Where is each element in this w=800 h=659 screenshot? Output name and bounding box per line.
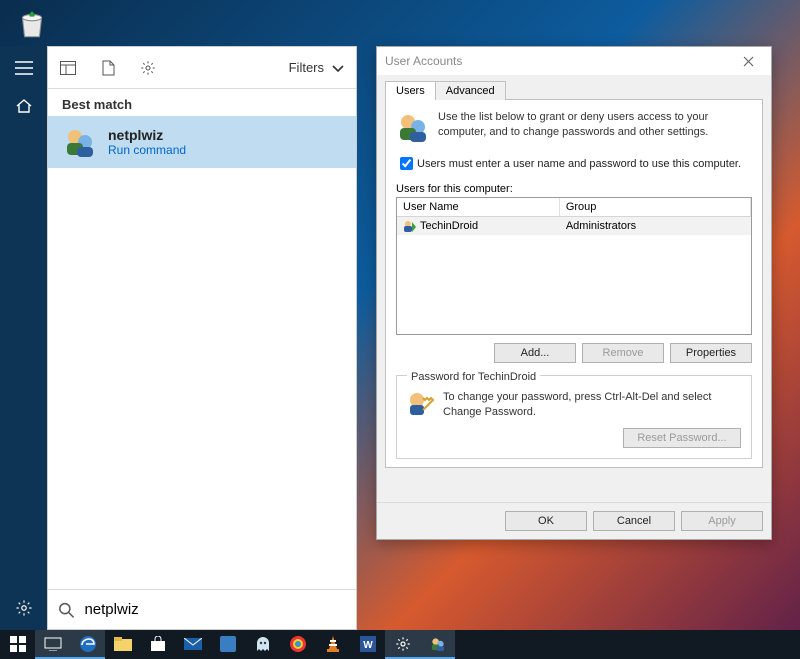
column-username[interactable]: User Name (397, 198, 560, 216)
taskbar[interactable]: W (0, 630, 800, 659)
close-button[interactable] (733, 50, 763, 72)
search-panel: Filters Best match netplwiz Run command (47, 46, 357, 630)
tab-advanced[interactable]: Advanced (435, 81, 506, 100)
result-subtitle: Run command (108, 143, 186, 157)
best-match-header: Best match (48, 89, 356, 116)
hamburger-icon[interactable] (8, 52, 40, 84)
home-icon[interactable] (8, 90, 40, 122)
search-input-row (48, 589, 356, 629)
password-text: To change your password, press Ctrl-Alt-… (443, 390, 741, 420)
search-toolbar: Filters (48, 47, 356, 89)
taskbar-chrome[interactable] (280, 630, 315, 659)
start-button[interactable] (0, 630, 35, 659)
gear-icon[interactable] (128, 48, 168, 88)
taskbar-app-ghost[interactable] (245, 630, 280, 659)
taskbar-settings[interactable] (385, 630, 420, 659)
search-icon (58, 601, 74, 619)
filters-label: Filters (289, 60, 324, 75)
remove-button[interactable]: Remove (582, 343, 664, 363)
tab-strip: Users Advanced (385, 81, 763, 100)
add-button[interactable]: Add... (494, 343, 576, 363)
users-list-label: Users for this computer: (396, 183, 752, 195)
reset-password-button[interactable]: Reset Password... (623, 428, 741, 448)
require-password-checkbox[interactable]: Users must enter a user name and passwor… (396, 154, 752, 173)
key-icon (407, 390, 435, 418)
recycle-bin[interactable] (14, 4, 50, 44)
apps-icon[interactable] (48, 48, 88, 88)
filters-button[interactable]: Filters (289, 60, 346, 75)
tab-users-content: Use the list below to grant or deny user… (385, 99, 763, 468)
taskbar-app-blue[interactable] (210, 630, 245, 659)
taskbar-netplwiz[interactable] (420, 630, 455, 659)
taskbar-mail[interactable] (175, 630, 210, 659)
apply-button[interactable]: Apply (681, 511, 763, 531)
search-result-netplwiz[interactable]: netplwiz Run command (48, 116, 356, 168)
taskbar-word[interactable]: W (350, 630, 385, 659)
taskbar-edge[interactable] (70, 630, 105, 659)
user-accounts-dialog: User Accounts Users Advanced Use the lis… (376, 46, 772, 540)
properties-button[interactable]: Properties (670, 343, 752, 363)
dialog-titlebar[interactable]: User Accounts (377, 47, 771, 75)
taskbar-taskview[interactable] (35, 630, 70, 659)
user-icon (403, 220, 417, 232)
user-row[interactable]: TechinDroid Administrators (397, 217, 751, 235)
ok-button[interactable]: OK (505, 511, 587, 531)
taskbar-explorer[interactable] (105, 630, 140, 659)
users-icon (396, 110, 430, 144)
description-text: Use the list below to grant or deny user… (438, 110, 752, 140)
taskbar-vlc[interactable] (315, 630, 350, 659)
settings-gear-icon[interactable] (8, 592, 40, 624)
user-group-cell: Administrators (560, 217, 751, 235)
taskbar-store[interactable] (140, 630, 175, 659)
start-rail (0, 46, 47, 630)
tab-users[interactable]: Users (385, 81, 436, 100)
password-group-legend: Password for TechinDroid (407, 371, 540, 383)
users-icon (62, 124, 98, 160)
document-icon[interactable] (88, 48, 128, 88)
column-group[interactable]: Group (560, 198, 751, 216)
dialog-footer: OK Cancel Apply (377, 502, 771, 539)
result-title: netplwiz (108, 127, 186, 143)
password-group: Password for TechinDroid To change your … (396, 375, 752, 459)
cancel-button[interactable]: Cancel (593, 511, 675, 531)
require-password-label: Users must enter a user name and passwor… (417, 158, 741, 170)
users-list[interactable]: User Name Group TechinDroid Administrato… (396, 197, 752, 335)
search-input[interactable] (82, 600, 346, 619)
svg-text:W: W (363, 640, 373, 651)
dialog-title: User Accounts (385, 54, 462, 68)
user-name-cell: TechinDroid (420, 220, 478, 232)
require-password-input[interactable] (400, 157, 413, 170)
